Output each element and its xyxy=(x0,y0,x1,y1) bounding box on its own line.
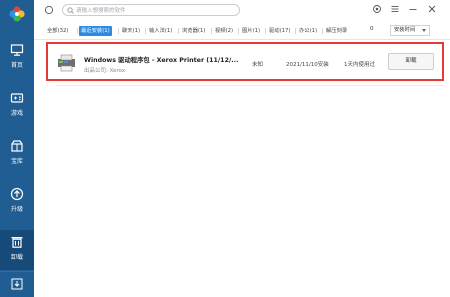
sidebar-item-label: 游戏 xyxy=(10,110,23,117)
filter-tab-office[interactable]: 办公(1) xyxy=(298,26,318,36)
app-size: 未知 xyxy=(252,62,264,68)
app-name: Windows 驱动程序包 - Xerox Printer (11/12/... xyxy=(84,57,239,64)
trash-icon xyxy=(11,237,23,248)
sidebar-item-label: 升级 xyxy=(10,206,23,213)
filter-tab-all[interactable]: 全部(32) xyxy=(46,26,69,36)
monitor-icon xyxy=(10,44,24,56)
sidebar-item-uninstall[interactable]: 卸载 xyxy=(0,230,34,270)
item-count: 0 xyxy=(370,26,374,32)
sort-select-value: 安装时间 xyxy=(394,27,416,33)
chevron-down-icon xyxy=(422,29,426,32)
filter-tab-browser[interactable]: 浏览器(1) xyxy=(181,26,206,36)
divider xyxy=(265,28,266,34)
divider xyxy=(322,28,323,34)
filter-tab-input[interactable]: 输入法(1) xyxy=(148,26,173,36)
target-icon[interactable] xyxy=(372,4,382,14)
refresh-icon[interactable] xyxy=(44,5,54,15)
top-bar xyxy=(34,0,450,20)
download-manager-button[interactable] xyxy=(0,271,34,297)
upgrade-icon xyxy=(10,187,24,201)
sort-select[interactable]: 安装时间 xyxy=(390,25,430,36)
app-publisher: 出品公司: Xerox xyxy=(84,68,126,74)
filter-tab-archive[interactable]: 解压刻录 xyxy=(325,26,348,36)
divider xyxy=(178,28,179,34)
filter-tab-video[interactable]: 视频(2) xyxy=(214,26,234,36)
gamepad-icon xyxy=(10,93,24,103)
install-date: 2021/11/10安装 xyxy=(286,62,329,68)
sidebar-item-treasure[interactable]: 宝库 xyxy=(0,134,34,174)
filter-tab-image[interactable]: 图片(1) xyxy=(241,26,261,36)
search-input[interactable] xyxy=(76,6,236,15)
sidebar-item-home[interactable]: 首页 xyxy=(0,38,34,78)
divider xyxy=(118,28,119,34)
menu-icon[interactable] xyxy=(390,4,400,14)
uninstall-button[interactable]: 卸载 xyxy=(388,53,434,70)
minimize-icon[interactable] xyxy=(408,4,418,14)
sidebar-item-label: 宝库 xyxy=(10,158,23,165)
category-filter-bar: 全部(32) 最近安装(1) 聊天(1) 输入法(1) 浏览器(1) 视频(2)… xyxy=(34,20,450,40)
search-box xyxy=(62,4,240,16)
list-item[interactable]: Windows 驱动程序包 - Xerox Printer (11/12/...… xyxy=(46,42,444,81)
sidebar-item-label: 首页 xyxy=(10,62,23,69)
divider xyxy=(238,28,239,34)
usage-frequency: 1天内使用过 xyxy=(344,62,375,68)
close-icon[interactable] xyxy=(427,4,437,14)
divider xyxy=(145,28,146,34)
sidebar-item-upgrade[interactable]: 升级 xyxy=(0,182,34,222)
sidebar: 首页 游戏 宝库 升级 卸载 xyxy=(0,0,34,297)
divider xyxy=(295,28,296,34)
sidebar-item-games[interactable]: 游戏 xyxy=(0,86,34,126)
divider xyxy=(77,28,78,34)
divider xyxy=(211,28,212,34)
download-icon xyxy=(11,278,23,290)
app-logo-icon xyxy=(9,6,25,22)
printer-driver-icon xyxy=(58,54,75,72)
filter-tab-recent[interactable]: 最近安装(1) xyxy=(79,26,112,36)
sidebar-item-label: 卸载 xyxy=(10,254,23,261)
filter-tab-chat[interactable]: 聊天(1) xyxy=(121,26,141,36)
search-icon xyxy=(67,7,74,14)
filter-tab-driver[interactable]: 驱动(17) xyxy=(268,26,291,36)
treasure-icon xyxy=(11,140,23,152)
divider xyxy=(56,85,444,86)
